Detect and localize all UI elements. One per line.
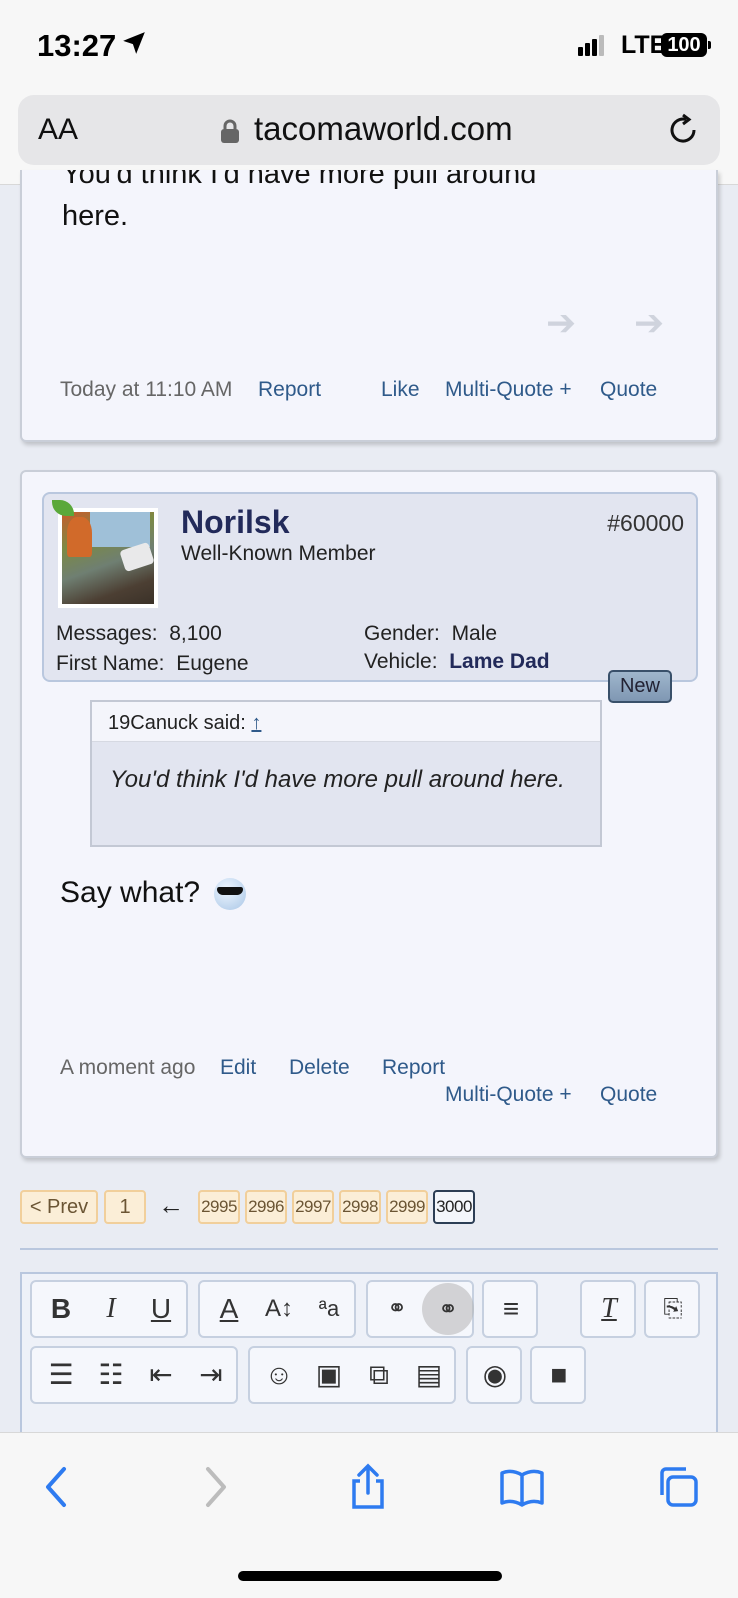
post-body: here. bbox=[62, 200, 129, 232]
battery-icon: 100 bbox=[661, 33, 711, 57]
arrow-left-icon: ➔ bbox=[546, 302, 577, 343]
share-icon[interactable] bbox=[344, 1463, 392, 1511]
vehicle-stat: Vehicle: Lame Dad bbox=[364, 650, 550, 673]
status-time: 13:27 bbox=[37, 28, 117, 63]
unlink-icon[interactable]: ⚭ bbox=[422, 1283, 474, 1335]
divider bbox=[20, 1248, 718, 1250]
quote-author: 19Canuck said: bbox=[108, 712, 246, 734]
current-post: Norilsk Well-Known Member #60000 Message… bbox=[20, 470, 718, 1158]
messages-stat: Messages: 8,100 bbox=[56, 622, 222, 645]
font-group: A A↕ ªa bbox=[198, 1280, 356, 1338]
report-link[interactable]: Report bbox=[382, 1056, 445, 1080]
report-link[interactable]: Report bbox=[258, 378, 321, 402]
remove-format-group: T bbox=[580, 1280, 636, 1338]
post-number-link[interactable]: #60000 bbox=[607, 510, 684, 537]
page-link[interactable]: 2999 bbox=[386, 1190, 428, 1224]
align-icon[interactable]: ≡ bbox=[486, 1282, 536, 1336]
previous-post: You'd think I'd have more pull around he… bbox=[20, 170, 718, 442]
link-group: ⚭ ⚭ bbox=[366, 1280, 474, 1338]
online-leaf-icon bbox=[52, 500, 74, 516]
post-body-cut-line: You'd think I'd have more pull around bbox=[62, 170, 537, 190]
forward-icon[interactable] bbox=[190, 1463, 238, 1511]
camera-icon[interactable]: ◉ bbox=[470, 1348, 520, 1402]
status-bar: 13:27 LTE 100 bbox=[0, 0, 738, 92]
page-link-1[interactable]: 1 bbox=[104, 1190, 146, 1224]
current-page: 3000 bbox=[433, 1190, 475, 1224]
address-bar[interactable]: AA tacomaworld.com bbox=[18, 95, 720, 165]
cellular-signal-icon bbox=[578, 35, 606, 56]
image-icon[interactable]: ▣ bbox=[304, 1348, 354, 1402]
format-group: B I U bbox=[30, 1280, 188, 1338]
bullet-list-icon[interactable]: ☰ bbox=[36, 1348, 86, 1402]
new-post-badge: New bbox=[608, 670, 672, 703]
remove-format-icon[interactable]: T bbox=[584, 1282, 634, 1336]
insert-quote-icon[interactable]: ▤ bbox=[404, 1348, 454, 1402]
italic-icon[interactable]: I bbox=[86, 1282, 136, 1336]
back-icon[interactable] bbox=[34, 1463, 82, 1511]
editor-toolbar: B I U A A↕ ªa ⚭ ⚭ ≡ T ⎘ ☰ ☷ ⇤ ⇥ ☺ ▣ ⧉ ▤ … bbox=[20, 1272, 718, 1442]
browser-toolbar bbox=[0, 1432, 738, 1598]
arrow-right-icon: ➔ bbox=[634, 302, 665, 343]
page-jump-arrow-icon[interactable]: ← bbox=[158, 1190, 184, 1221]
post-timestamp: Today at 11:10 AM bbox=[60, 378, 233, 401]
outdent-icon[interactable]: ⇤ bbox=[136, 1348, 186, 1402]
quote-block: 19Canuck said: ↑ You'd think I'd have mo… bbox=[90, 700, 602, 847]
page-link[interactable]: 2995 bbox=[198, 1190, 240, 1224]
numbered-list-icon[interactable]: ☷ bbox=[86, 1348, 136, 1402]
underline-icon[interactable]: U bbox=[136, 1282, 186, 1336]
user-info-box: Norilsk Well-Known Member #60000 Message… bbox=[42, 492, 698, 682]
quote-jump-link[interactable]: ↑ bbox=[251, 712, 261, 734]
post-body: Say what? bbox=[60, 876, 247, 911]
cool-emoji-icon bbox=[214, 878, 247, 911]
avatar[interactable] bbox=[58, 508, 158, 608]
smilie-manager-icon[interactable]: ⎘ bbox=[648, 1282, 698, 1336]
font-family-icon[interactable]: ªa bbox=[304, 1282, 354, 1336]
page-link[interactable]: 2998 bbox=[339, 1190, 381, 1224]
smilie-icon[interactable]: ☺ bbox=[254, 1348, 304, 1402]
prev-page-button[interactable]: < Prev bbox=[20, 1190, 98, 1224]
extra-group: ⎘ bbox=[644, 1280, 700, 1338]
bold-icon[interactable]: B bbox=[36, 1282, 86, 1336]
lock-icon bbox=[221, 119, 239, 143]
username-link[interactable]: Norilsk bbox=[181, 504, 289, 541]
page-link[interactable]: 2996 bbox=[245, 1190, 287, 1224]
gender-stat: Gender: Male bbox=[364, 622, 498, 645]
network-type: LTE bbox=[621, 31, 667, 59]
tabs-icon[interactable] bbox=[654, 1463, 702, 1511]
like-link[interactable]: Like bbox=[381, 378, 420, 402]
delete-link[interactable]: Delete bbox=[289, 1056, 350, 1080]
camera-group: ◉ bbox=[466, 1346, 522, 1404]
save-group: ■ bbox=[530, 1346, 586, 1404]
first-name-stat: First Name: Eugene bbox=[56, 652, 249, 675]
quote-link[interactable]: Quote bbox=[600, 378, 657, 402]
multi-quote-link[interactable]: Multi-Quote + bbox=[445, 378, 572, 402]
reload-icon[interactable] bbox=[666, 113, 700, 147]
page-link[interactable]: 2997 bbox=[292, 1190, 334, 1224]
align-group: ≡ bbox=[482, 1280, 538, 1338]
user-title: Well-Known Member bbox=[181, 542, 376, 565]
multi-quote-link[interactable]: Multi-Quote + bbox=[445, 1083, 572, 1107]
post-timestamp: A moment ago bbox=[60, 1056, 196, 1079]
quote-header: 19Canuck said: ↑ bbox=[92, 702, 600, 742]
bookmarks-icon[interactable] bbox=[498, 1463, 546, 1511]
indent-icon[interactable]: ⇥ bbox=[186, 1348, 236, 1402]
list-group: ☰ ☷ ⇤ ⇥ bbox=[30, 1346, 238, 1404]
url-domain[interactable]: tacomaworld.com bbox=[254, 110, 513, 148]
edit-link[interactable]: Edit bbox=[220, 1056, 256, 1080]
font-size-icon[interactable]: A↕ bbox=[254, 1282, 304, 1336]
media-icon[interactable]: ⧉ bbox=[354, 1348, 404, 1402]
insert-group: ☺ ▣ ⧉ ▤ bbox=[248, 1346, 456, 1404]
home-indicator bbox=[238, 1571, 502, 1581]
text-size-button[interactable]: AA bbox=[38, 113, 78, 147]
link-icon[interactable]: ⚭ bbox=[372, 1282, 422, 1336]
save-draft-icon[interactable]: ■ bbox=[534, 1348, 584, 1402]
quote-link[interactable]: Quote bbox=[600, 1083, 657, 1107]
text-color-icon[interactable]: A bbox=[204, 1282, 254, 1336]
vehicle-link[interactable]: Lame Dad bbox=[449, 650, 549, 673]
quote-text: You'd think I'd have more pull around he… bbox=[110, 766, 565, 793]
location-arrow-icon bbox=[123, 32, 145, 54]
